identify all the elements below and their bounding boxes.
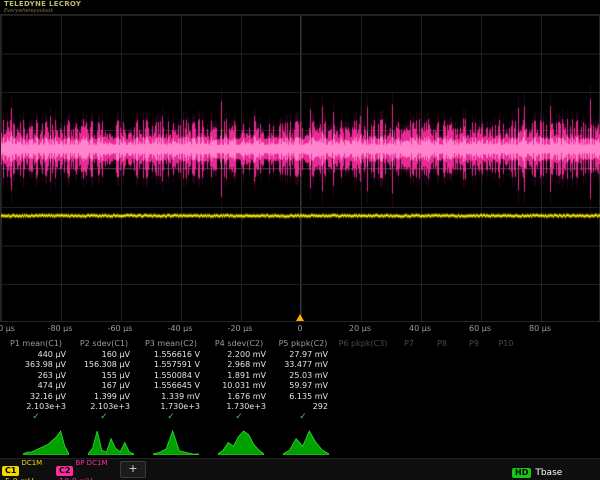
- measure-value: 474 µV: [0, 381, 72, 390]
- histicon-p1: [23, 429, 69, 455]
- measure-value: 1.556645 V: [136, 381, 206, 390]
- measure-row: 263 µV155 µV1.550084 V1.891 mV25.03 mV: [0, 370, 600, 381]
- measure-value: 440 µV: [0, 350, 72, 359]
- measure-row: 32.16 µV1.399 µV1.339 mV1.676 mV6.135 mV: [0, 391, 600, 402]
- measure-value: 2.968 mV: [206, 360, 272, 369]
- measure-value: 160 µV: [72, 350, 136, 359]
- status-check-icon: ✓: [0, 412, 72, 422]
- measure-row: 2.103e+32.103e+31.730e+31.730e+3292: [0, 402, 600, 413]
- measure-value: 25.03 mV: [272, 371, 334, 380]
- measure-value: 1.557591 V: [136, 360, 206, 369]
- measure-value: 2.200 mV: [206, 350, 272, 359]
- axis-tick: -100 µs: [0, 324, 15, 333]
- axis-tick: 0: [297, 324, 302, 333]
- axis-tick: 20 µs: [349, 324, 371, 333]
- measure-header[interactable]: P1 mean(C1): [0, 339, 72, 348]
- measure-value: 156.308 µV: [72, 360, 136, 369]
- axis-tick: -60 µs: [108, 324, 133, 333]
- histicon-row: [0, 428, 600, 456]
- measure-row: 440 µV160 µV1.556616 V2.200 mV27.97 mV: [0, 349, 600, 360]
- axis-ticks: -100 µs -80 µs -60 µs -40 µs -20 µs 0 20 µs 40 …: [0, 324, 600, 336]
- histicon-p3: [153, 429, 199, 455]
- status-check-icon: ✓: [206, 412, 272, 422]
- measure-header[interactable]: P4 sdev(C2): [206, 339, 272, 348]
- measure-value: 10.031 mV: [206, 381, 272, 390]
- c2-coupling: BP DC1M: [75, 459, 107, 467]
- measure-header[interactable]: P2 sdev(C1): [72, 339, 136, 348]
- c2-descriptor[interactable]: C2BP DC1M 10.0 mV: [56, 460, 107, 480]
- measure-value: 167 µV: [72, 381, 136, 390]
- axis-tick: -20 µs: [228, 324, 253, 333]
- measure-value: 1.399 µV: [72, 392, 136, 401]
- measure-value: 1.676 mV: [206, 392, 272, 401]
- status-check-icon: ✓: [72, 412, 136, 422]
- measure-header[interactable]: P3 mean(C2): [136, 339, 206, 348]
- measure-value: 59.97 mV: [272, 381, 334, 390]
- c1-descriptor[interactable]: C1DC1M 5.0 mV: [2, 460, 42, 480]
- measure-value: 6.135 mV: [272, 392, 334, 401]
- c1-chip[interactable]: C1: [2, 466, 19, 476]
- measure-value: 2.103e+3: [72, 402, 136, 411]
- measure-header[interactable]: P6 pkpk(C3): [334, 339, 392, 348]
- axis-tick: 80 µs: [529, 324, 551, 333]
- measure-status-row: ✓✓✓✓✓: [0, 412, 600, 423]
- measure-value: 1.730e+3: [136, 402, 206, 411]
- measure-value: 263 µV: [0, 371, 72, 380]
- timebase-label: Tbase: [535, 468, 562, 478]
- measure-value: 27.97 mV: [272, 350, 334, 359]
- histicon-p2: [88, 429, 134, 455]
- measure-value: 1.339 mV: [136, 392, 206, 401]
- waveform-canvas: [1, 15, 600, 323]
- measure-value: 2.103e+3: [0, 402, 72, 411]
- logo-tagline: Everywhereyoulook: [4, 9, 81, 15]
- measure-header[interactable]: P7: [392, 339, 426, 348]
- measure-value: 1.891 mV: [206, 371, 272, 380]
- bottom-bar: C1DC1M 5.0 mV C2BP DC1M 10.0 mV + HD Tbas…: [0, 458, 600, 480]
- measure-header[interactable]: P10: [490, 339, 522, 348]
- measure-value: 33.477 mV: [272, 360, 334, 369]
- measure-row: 363.98 µV156.308 µV1.557591 V2.968 mV33.…: [0, 360, 600, 371]
- waveform-display[interactable]: [0, 14, 600, 322]
- measure-header[interactable]: P8: [426, 339, 458, 348]
- measure-header[interactable]: P5 pkpk(C2): [272, 339, 334, 348]
- c1-coupling: DC1M: [21, 459, 42, 467]
- measure-value: 1.730e+3: [206, 402, 272, 411]
- add-trace-button[interactable]: +: [120, 461, 146, 478]
- axis-tick: 40 µs: [409, 324, 431, 333]
- histicon-p5: [283, 429, 329, 455]
- status-check-icon: ✓: [136, 412, 206, 422]
- measure-table: P1 mean(C1)P2 sdev(C1)P3 mean(C2)P4 sdev…: [0, 337, 600, 423]
- hd-badge: HD: [512, 468, 531, 478]
- timebase-descriptor[interactable]: HDTbase 12 Bits20.0 µs/div: [512, 460, 600, 480]
- axis-tick: 60 µs: [469, 324, 491, 333]
- measure-value: 32.16 µV: [0, 392, 72, 401]
- measure-value: 292: [272, 402, 334, 411]
- measure-value: 363.98 µV: [0, 360, 72, 369]
- measure-header-row: P1 mean(C1)P2 sdev(C1)P3 mean(C2)P4 sdev…: [0, 337, 600, 349]
- measure-row: 474 µV167 µV1.556645 V10.031 mV59.97 mV: [0, 381, 600, 392]
- oscilloscope-screen: TELEDYNE LECROY Everywhereyoulook -100 µ…: [0, 0, 600, 480]
- trigger-position-marker[interactable]: [296, 314, 304, 321]
- c2-chip[interactable]: C2: [56, 466, 73, 476]
- measure-header[interactable]: P9: [458, 339, 490, 348]
- teledyne-lecroy-logo: TELEDYNE LECROY Everywhereyoulook: [4, 1, 81, 14]
- status-check-icon: ✓: [272, 412, 334, 422]
- measure-value: 1.556616 V: [136, 350, 206, 359]
- histicon-p4: [218, 429, 264, 455]
- axis-tick: -40 µs: [168, 324, 193, 333]
- axis-tick: -80 µs: [48, 324, 73, 333]
- measure-value: 155 µV: [72, 371, 136, 380]
- measure-value: 1.550084 V: [136, 371, 206, 380]
- measure-body: 440 µV160 µV1.556616 V2.200 mV27.97 mV36…: [0, 349, 600, 412]
